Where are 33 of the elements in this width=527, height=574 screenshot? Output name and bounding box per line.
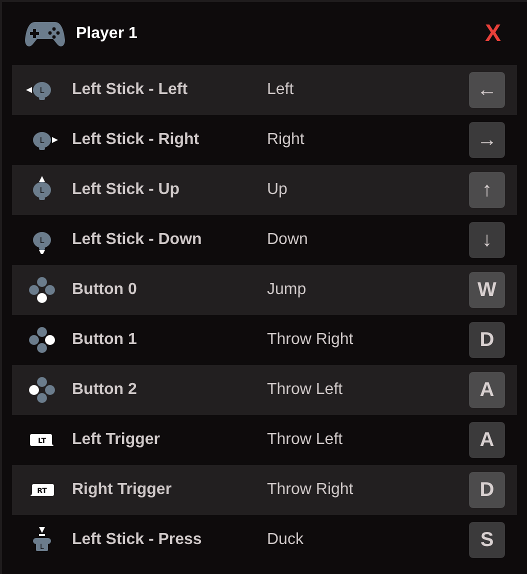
key-button[interactable]: ↑ [469,172,505,208]
input-label: Button 0 [72,281,138,299]
gamepad-icon [25,20,65,48]
close-button[interactable]: X [482,22,503,46]
action-label: Throw Right [267,331,354,349]
input-label: Right Trigger [72,481,173,499]
key-button[interactable]: ↓ [469,222,505,258]
input-label: Left Stick - Up [72,181,181,199]
input-label: Left Stick - Down [72,231,203,249]
input-label: Left Stick - Press [72,531,203,549]
key-button[interactable]: D [469,472,505,508]
input-label: Left Stick - Left [72,81,189,99]
key-button[interactable]: A [469,422,505,458]
action-label: Down [267,231,309,249]
action-label: Up [267,181,288,199]
key-button[interactable]: D [469,322,505,358]
key-button[interactable]: W [469,272,505,308]
action-label: Duck [267,531,304,549]
key-button[interactable]: S [469,522,505,558]
player-title: Player 1 [76,24,138,42]
input-label: Left Trigger [72,431,162,449]
action-label: Throw Right [267,481,354,499]
action-label: Throw Left [267,381,344,399]
input-label: Button 1 [72,331,138,349]
action-label: Left [267,81,295,99]
key-button[interactable]: ← [469,72,505,108]
action-label: Throw Left [267,431,344,449]
input-label: Left Stick - Right [72,131,200,149]
key-button[interactable]: → [469,122,505,158]
input-label: Button 2 [72,381,138,399]
action-label: Right [267,131,306,149]
key-button[interactable]: A [469,372,505,408]
action-label: Jump [267,281,308,299]
